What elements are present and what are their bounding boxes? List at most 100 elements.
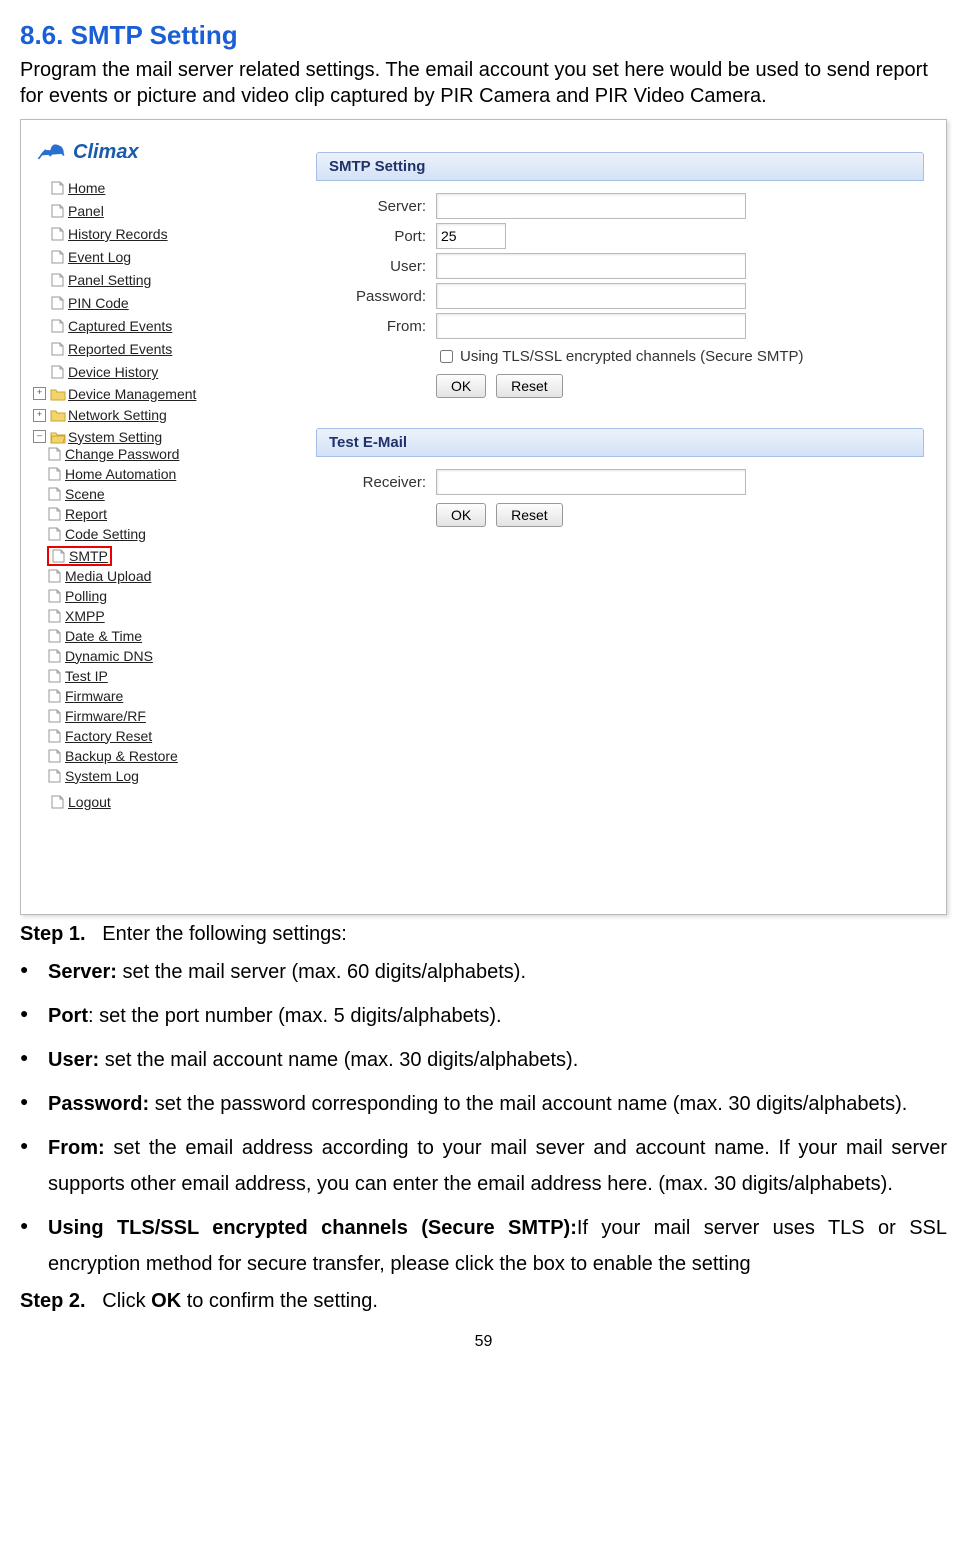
file-icon <box>47 689 63 703</box>
server-label: Server: <box>316 198 426 215</box>
user-label: User: <box>316 258 426 275</box>
sidebar-item-system-setting[interactable]: System Setting <box>68 429 162 445</box>
folder-icon <box>50 408 66 422</box>
folder-icon <box>50 387 66 401</box>
file-icon <box>47 487 63 501</box>
sidebar-item-scene[interactable]: Scene <box>65 486 105 502</box>
sidebar-item-logout[interactable]: Logout <box>68 794 111 810</box>
sidebar-item-test-ip[interactable]: Test IP <box>65 668 108 684</box>
step2-label: Step 2. <box>20 1290 86 1312</box>
port-input[interactable] <box>436 223 506 249</box>
sidebar-item-firmware[interactable]: Firmware <box>65 688 123 704</box>
sidebar-item-code-setting[interactable]: Code Setting <box>65 526 146 542</box>
file-icon <box>51 549 67 563</box>
file-icon <box>50 296 66 310</box>
file-icon <box>47 629 63 643</box>
file-icon <box>47 527 63 541</box>
file-icon <box>47 447 63 461</box>
server-input[interactable] <box>436 193 746 219</box>
expand-icon[interactable]: + <box>33 409 46 422</box>
test-ok-button[interactable]: OK <box>436 503 486 527</box>
sidebar-item-panel-setting[interactable]: Panel Setting <box>68 272 151 288</box>
file-icon <box>47 589 63 603</box>
tls-checkbox-label: Using TLS/SSL encrypted channels (Secure… <box>460 348 804 365</box>
test-reset-button[interactable]: Reset <box>496 503 563 527</box>
step2-pre: Click <box>102 1290 151 1312</box>
logo: Climax <box>27 130 252 164</box>
port-label: Port: <box>316 228 426 245</box>
sidebar-item-factory-reset[interactable]: Factory Reset <box>65 728 152 744</box>
sidebar-item-pin-code[interactable]: PIN Code <box>68 295 129 311</box>
smtp-panel-title: SMTP Setting <box>316 152 924 181</box>
sidebar: Climax Home Panel History Records Event … <box>23 122 256 912</box>
receiver-label: Receiver: <box>316 474 426 491</box>
sidebar-item-firmware-rf[interactable]: Firmware/RF <box>65 708 146 724</box>
file-icon <box>47 749 63 763</box>
file-icon <box>47 729 63 743</box>
sidebar-item-system-log[interactable]: System Log <box>65 768 139 784</box>
file-icon <box>50 204 66 218</box>
sidebar-item-change-password[interactable]: Change Password <box>65 446 179 462</box>
file-icon <box>47 569 63 583</box>
expand-icon[interactable]: + <box>33 387 46 400</box>
page-number: 59 <box>20 1333 947 1351</box>
sidebar-item-captured-events[interactable]: Captured Events <box>68 318 172 334</box>
logo-icon <box>35 130 69 164</box>
file-icon <box>50 181 66 195</box>
bullet-password: Password: set the password corresponding… <box>48 1086 947 1122</box>
sidebar-item-home[interactable]: Home <box>68 180 105 196</box>
nav-tree: Home Panel History Records Event Log Pan… <box>27 174 252 811</box>
file-icon <box>47 507 63 521</box>
reset-button[interactable]: Reset <box>496 374 563 398</box>
sidebar-item-event-log[interactable]: Event Log <box>68 249 131 265</box>
step2-bold: OK <box>151 1290 181 1312</box>
section-heading: 8.6. SMTP Setting <box>20 20 947 51</box>
file-icon <box>47 669 63 683</box>
screenshot-panel: Climax Home Panel History Records Event … <box>20 119 947 915</box>
content-area: SMTP Setting Server: Port: User: Passwor… <box>256 122 944 912</box>
sidebar-item-xmpp[interactable]: XMPP <box>65 608 105 624</box>
file-icon <box>50 342 66 356</box>
sidebar-item-date-time[interactable]: Date & Time <box>65 628 142 644</box>
sidebar-item-backup-restore[interactable]: Backup & Restore <box>65 748 178 764</box>
tls-checkbox[interactable] <box>440 350 453 363</box>
sidebar-item-home-automation[interactable]: Home Automation <box>65 466 176 482</box>
bullet-from: From: set the email address according to… <box>48 1130 947 1202</box>
sidebar-item-polling[interactable]: Polling <box>65 588 107 604</box>
receiver-input[interactable] <box>436 469 746 495</box>
sidebar-item-device-history[interactable]: Device History <box>68 364 158 380</box>
bullet-port: Port: set the port number (max. 5 digits… <box>48 998 947 1034</box>
sidebar-item-dynamic-dns[interactable]: Dynamic DNS <box>65 648 153 664</box>
sidebar-item-report[interactable]: Report <box>65 506 107 522</box>
file-icon <box>47 709 63 723</box>
sidebar-item-smtp[interactable]: SMTP <box>69 548 108 564</box>
file-icon <box>47 769 63 783</box>
file-icon <box>50 273 66 287</box>
logo-text: Climax <box>73 141 139 164</box>
sidebar-item-reported-events[interactable]: Reported Events <box>68 341 172 357</box>
file-icon <box>50 795 66 809</box>
bullet-tls: Using TLS/SSL encrypted channels (Secure… <box>48 1210 947 1282</box>
sidebar-item-device-management[interactable]: Device Management <box>68 386 196 402</box>
file-icon <box>47 609 63 623</box>
intro-paragraph: Program the mail server related settings… <box>20 57 947 109</box>
steps-section: Step 1. Enter the following settings: Se… <box>20 923 947 1313</box>
sidebar-item-media-upload[interactable]: Media Upload <box>65 568 151 584</box>
folder-open-icon <box>50 430 66 444</box>
from-label: From: <box>316 318 426 335</box>
sidebar-item-network-setting[interactable]: Network Setting <box>68 407 167 423</box>
file-icon <box>50 250 66 264</box>
collapse-icon[interactable]: – <box>33 430 46 443</box>
file-icon <box>50 227 66 241</box>
user-input[interactable] <box>436 253 746 279</box>
ok-button[interactable]: OK <box>436 374 486 398</box>
test-email-panel-title: Test E-Mail <box>316 428 924 457</box>
password-input[interactable] <box>436 283 746 309</box>
file-icon <box>47 649 63 663</box>
step1-label: Step 1. <box>20 923 86 945</box>
sidebar-item-smtp-highlight: SMTP <box>47 546 112 566</box>
sidebar-item-panel[interactable]: Panel <box>68 203 104 219</box>
bullet-server: Server: set the mail server (max. 60 dig… <box>48 954 947 990</box>
sidebar-item-history-records[interactable]: History Records <box>68 226 168 242</box>
from-input[interactable] <box>436 313 746 339</box>
